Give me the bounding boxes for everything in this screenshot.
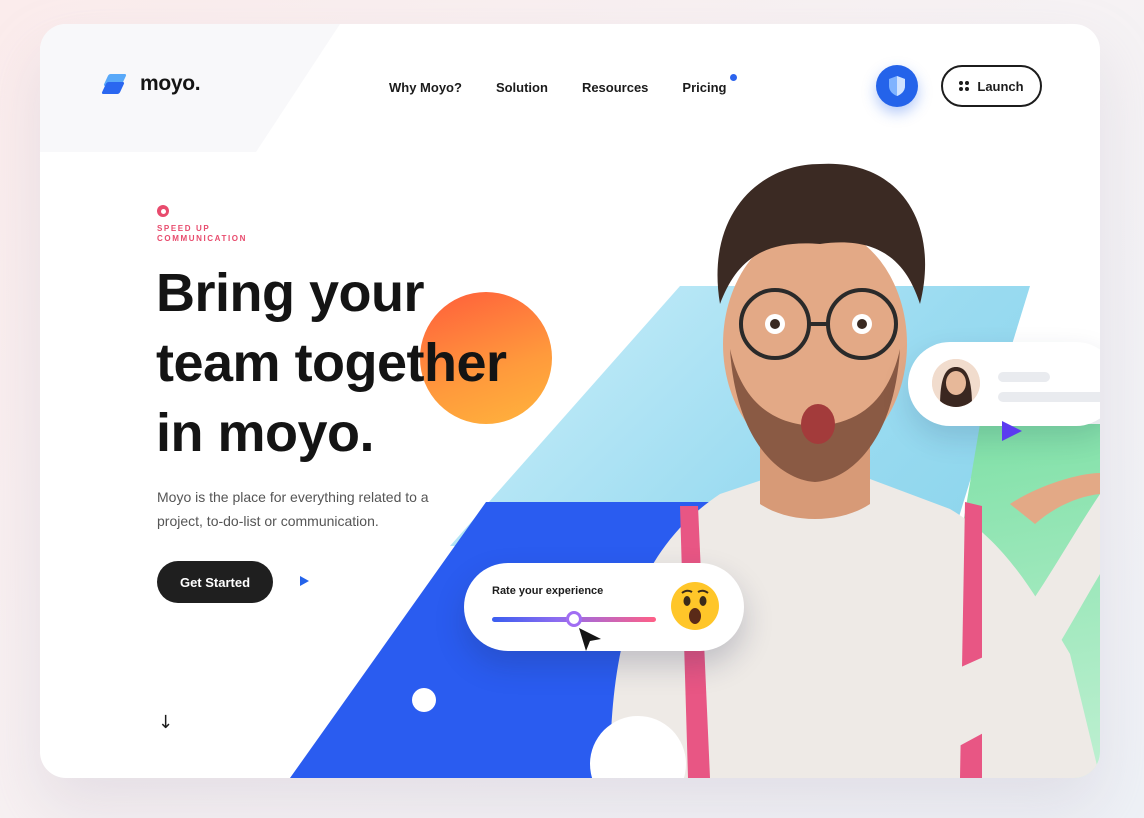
main-nav: Why Moyo? Solution Resources Pricing [389, 74, 737, 95]
chat-line [998, 392, 1100, 402]
nav-pricing-label: Pricing [682, 80, 727, 95]
nav-solution[interactable]: Solution [496, 80, 548, 95]
launch-label: Launch [977, 78, 1024, 94]
hero-person-illustration [610, 163, 1100, 778]
decorative-dot [412, 688, 436, 712]
logo[interactable]: moyo. [100, 72, 201, 96]
headline-line-1: Bring your [156, 263, 425, 323]
cursor-icon [579, 628, 601, 651]
get-started-button[interactable]: Get Started [157, 561, 273, 603]
avatar [932, 359, 980, 407]
launch-button[interactable]: Launch [941, 65, 1042, 107]
play-icon[interactable] [300, 576, 309, 586]
eyebrow-text: SPEED UP COMMUNICATION [157, 224, 247, 243]
logo-mark-icon [100, 72, 132, 96]
headline-line-2: team together [156, 333, 507, 393]
hero-description: Moyo is the place for everything related… [157, 489, 429, 529]
shield-icon [889, 76, 905, 96]
shield-button[interactable] [876, 65, 918, 107]
nav-why-moyo[interactable]: Why Moyo? [389, 80, 462, 95]
headline-line-3: in moyo. [156, 403, 375, 463]
chat-bubble [908, 342, 1100, 426]
rating-card: Rate your experience [464, 563, 744, 651]
logo-text: moyo. [140, 72, 201, 95]
page-title: Bring your team together in moyo. [156, 258, 586, 468]
nav-pricing[interactable]: Pricing [682, 74, 737, 95]
rating-label: Rate your experience [492, 585, 604, 597]
heart-badge-icon [157, 205, 169, 217]
chat-line [998, 372, 1050, 382]
nav-resources[interactable]: Resources [582, 80, 648, 95]
surprised-face-icon[interactable] [670, 581, 720, 631]
landing-card: moyo. Why Moyo? Solution Resources Prici… [40, 24, 1100, 778]
grid-icon [959, 81, 970, 91]
notification-dot [729, 74, 737, 81]
arrow-down-icon[interactable]: ↓ [158, 712, 173, 733]
play-icon[interactable] [998, 418, 1024, 444]
